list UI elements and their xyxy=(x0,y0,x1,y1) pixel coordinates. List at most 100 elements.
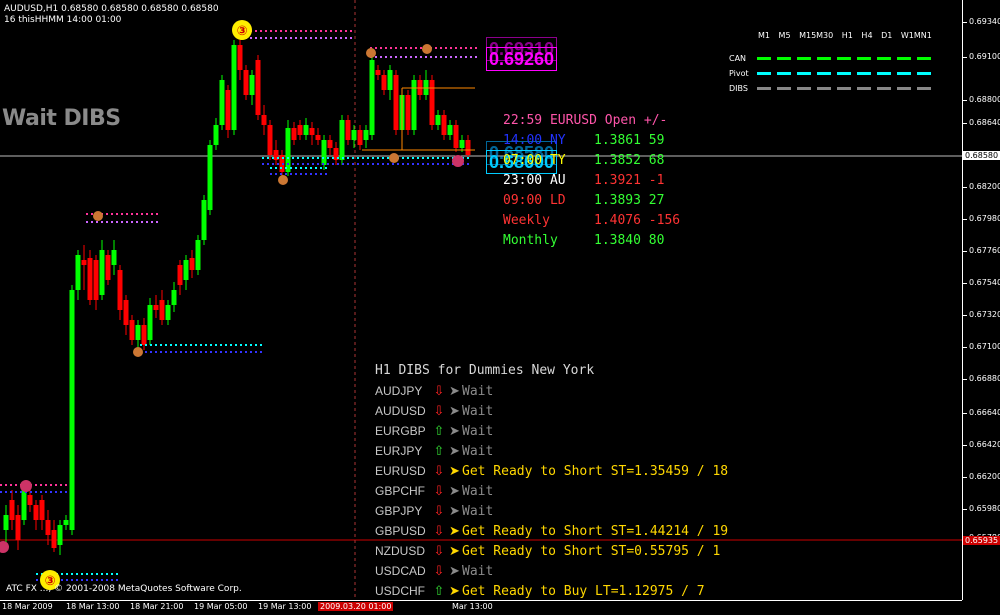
legend-line-can xyxy=(757,57,933,60)
bear-candle xyxy=(237,45,243,70)
bear-candle xyxy=(87,258,93,300)
bull-candle xyxy=(339,120,345,160)
price-axis[interactable]: 0.693400.691000.688000.686400.684200.682… xyxy=(962,0,1000,600)
bear-candle xyxy=(429,80,435,125)
bear-candle xyxy=(117,270,123,310)
bull-candle xyxy=(201,200,207,240)
timeframe-labels: M1 M5 M15M30 H1 H4 D1 W1MN1 xyxy=(758,31,932,40)
dibs-signal: Get Ready to Buy LT=1.12975 / 7 xyxy=(462,583,705,599)
price-axis-label: 0.66420 xyxy=(969,440,1000,449)
bear-candle xyxy=(381,75,387,90)
bull-candle xyxy=(321,140,327,165)
down-arrow-icon: ⇩ xyxy=(433,463,445,479)
chevron-right-icon: ➤ xyxy=(449,443,460,459)
bear-candle xyxy=(357,130,363,145)
chevron-right-icon: ➤ xyxy=(449,463,460,479)
price-axis-label: 0.66880 xyxy=(969,374,1000,383)
bear-candle xyxy=(9,500,15,520)
session-label: 22:59 EURUSD Open +/- xyxy=(503,113,668,128)
signal-marker-icon xyxy=(93,211,103,221)
bear-candle xyxy=(39,500,45,520)
price-axis-label: 0.67540 xyxy=(969,278,1000,287)
bull-candle xyxy=(69,290,75,530)
dibs-row: EURJPY ⇧ ➤ Wait xyxy=(375,441,493,461)
bull-candle xyxy=(213,125,219,145)
bear-candle xyxy=(45,520,51,535)
bull-candle xyxy=(195,240,201,270)
bull-candle xyxy=(165,305,171,320)
signal-marker-icon xyxy=(389,153,399,163)
bull-candle xyxy=(171,290,177,305)
legend-label-dibs: DIBS xyxy=(729,84,748,93)
bear-candle xyxy=(177,265,183,285)
signal-marker-icon xyxy=(0,541,9,553)
dibs-signal: Wait xyxy=(462,503,494,519)
price-axis-label: 0.67980 xyxy=(969,214,1000,223)
dibs-signal: Wait xyxy=(462,443,494,459)
dibs-row: GBPCHF ⇩ ➤ Wait xyxy=(375,481,493,501)
price-axis-label: 0.68640 xyxy=(969,118,1000,127)
dibs-signal: Get Ready to Short ST=1.35459 / 18 xyxy=(462,463,729,479)
wait-dibs-label: Wait DIBS xyxy=(2,106,121,131)
legend-label-can: CAN xyxy=(729,54,747,63)
bear-candle xyxy=(345,120,351,140)
session-label: 23:00 AU xyxy=(503,173,566,188)
legend-line-dibs xyxy=(757,87,933,90)
bull-candle xyxy=(435,115,441,125)
price-axis-label: 0.65980 xyxy=(969,504,1000,513)
chevron-right-icon: ➤ xyxy=(449,523,460,539)
bear-candle xyxy=(159,300,165,320)
dibs-signal: Wait xyxy=(462,483,494,499)
dibs-symbol: EURUSD xyxy=(375,464,426,478)
signal-marker-icon xyxy=(278,175,288,185)
time-axis-label: 18 Mar 21:00 xyxy=(130,602,184,611)
dibs-signal: Wait xyxy=(462,383,494,399)
price-axis-tick xyxy=(963,477,967,478)
bear-candle xyxy=(267,125,273,155)
chart-symbol-header: AUDUSD,H1 0.68580 0.68580 0.68580 0.6858… xyxy=(4,4,219,14)
bull-candle xyxy=(231,45,237,130)
time-axis-label: 18 Mar 13:00 xyxy=(66,602,120,611)
chevron-right-icon: ➤ xyxy=(449,403,460,419)
bull-candle xyxy=(99,250,105,295)
session-label: Weekly xyxy=(503,213,550,228)
price-axis-tick xyxy=(963,445,967,446)
bull-candle xyxy=(285,128,291,172)
signal-marker-icon xyxy=(366,48,376,58)
up-arrow-icon: ⇧ xyxy=(433,423,445,439)
dibs-symbol: GBPCHF xyxy=(375,484,426,498)
session-value: 1.3840 80 xyxy=(594,233,665,248)
dibs-symbol: EURJPY xyxy=(375,444,423,458)
bear-candle xyxy=(243,70,249,95)
bear-candle xyxy=(129,320,135,340)
time-axis-label: 19 Mar 13:00 xyxy=(258,602,312,611)
chart-subheader: 16 thisHHMM 14:00 01:00 xyxy=(4,15,122,25)
up-arrow-icon: ⇧ xyxy=(433,443,445,459)
dibs-signal: Get Ready to Short ST=1.44214 / 19 xyxy=(462,523,729,539)
price-axis-tick xyxy=(963,100,967,101)
price-axis-label: 0.66640 xyxy=(969,408,1000,417)
price-axis-label: 0.67320 xyxy=(969,310,1000,319)
bull-candle xyxy=(387,70,393,90)
session-label: 14:00 NY xyxy=(503,133,566,148)
dibs-symbol: USDCHF xyxy=(375,584,425,598)
dibs-row: GBPUSD ⇩ ➤ Get Ready to Short ST=1.44214 / … xyxy=(375,521,728,541)
bear-candle xyxy=(189,258,195,270)
bear-candle xyxy=(141,325,147,345)
chevron-right-icon: ➤ xyxy=(449,543,460,559)
bear-candle xyxy=(105,255,111,280)
copyright-text: ATC FX ..., © 2001-2008 MetaQuotes Softw… xyxy=(6,584,242,594)
legend-line-pivot xyxy=(757,72,933,75)
time-axis[interactable]: 18 Mar 2009 18 Mar 13:00 18 Mar 21:00 19 Ma… xyxy=(0,600,962,615)
dibs-symbol: USDCAD xyxy=(375,564,426,578)
price-axis-tick xyxy=(963,219,967,220)
signal-marker-icon xyxy=(20,480,32,492)
bear-candle xyxy=(327,140,333,148)
bull-candle xyxy=(459,140,465,148)
dibs-row: EURGBP ⇧ ➤ Wait xyxy=(375,421,493,441)
timeframe-legend: M1 M5 M15M30 H1 H4 D1 W1MN1 CAN Pivot DI… xyxy=(725,28,935,98)
session-value: 1.3852 68 xyxy=(594,153,665,168)
price-axis-label: 0.67760 xyxy=(969,246,1000,255)
time-axis-label: 2009.03.20 01:00 xyxy=(318,602,394,611)
dibs-symbol: AUDUSD xyxy=(375,404,426,418)
